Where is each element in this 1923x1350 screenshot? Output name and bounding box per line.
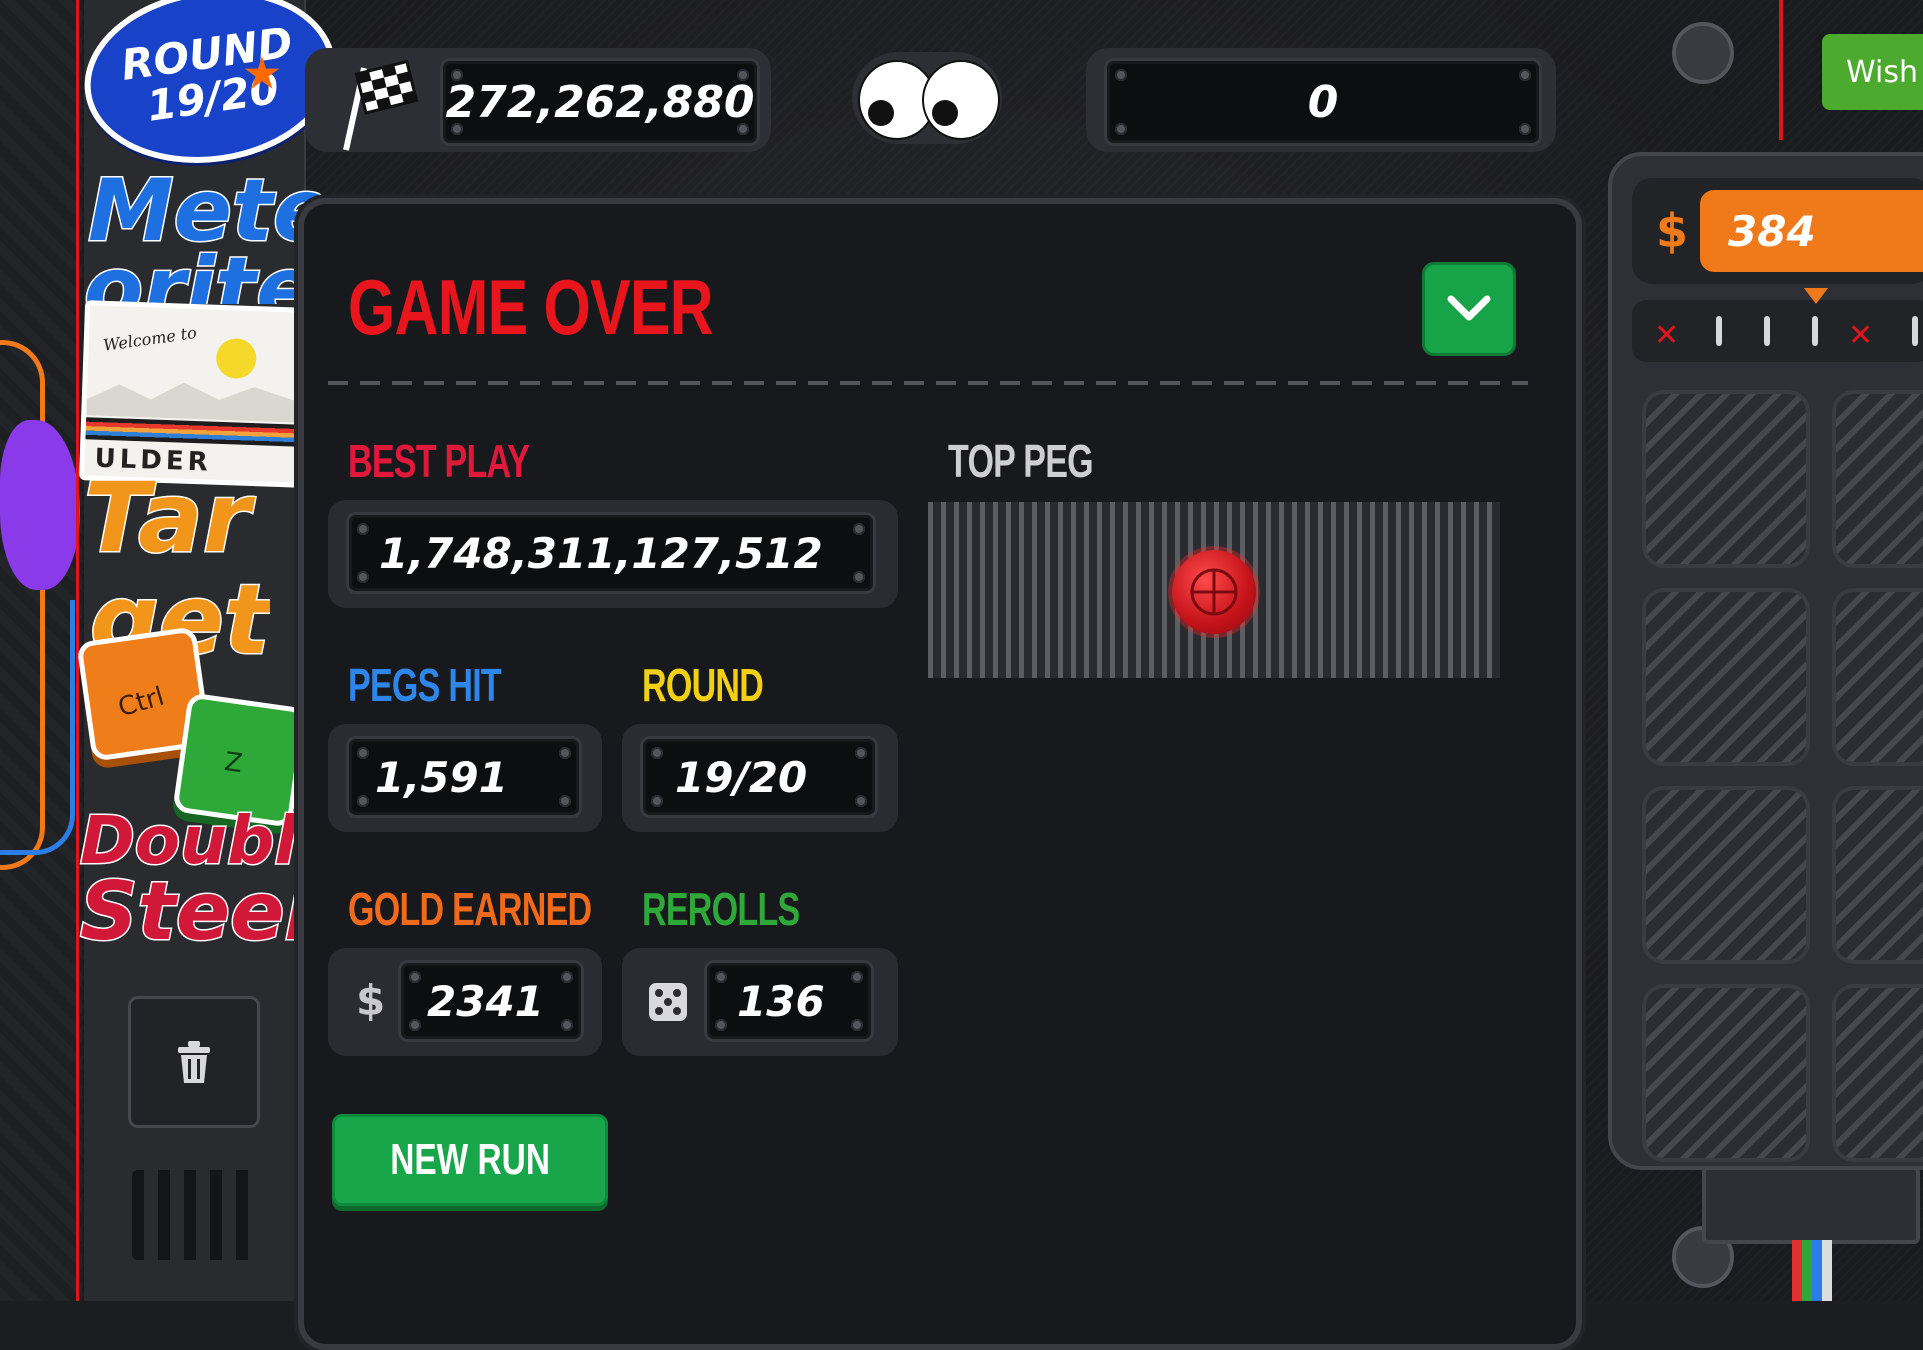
peg-icon[interactable] bbox=[1172, 550, 1256, 634]
new-run-label: NEW RUN bbox=[390, 1135, 550, 1184]
shop-slot[interactable] bbox=[1642, 786, 1810, 964]
shop-slot[interactable] bbox=[1832, 984, 1923, 1162]
postcard-welcome-text: Welcome to bbox=[102, 322, 198, 355]
sticker-boulder-postcard[interactable]: Welcome to ULDER bbox=[78, 300, 310, 488]
pegs-hit-label: PEGS HIT bbox=[348, 659, 502, 711]
dice-icon bbox=[649, 983, 687, 1021]
shop-slot[interactable] bbox=[1832, 588, 1923, 766]
counter-display: 0 bbox=[1104, 58, 1542, 146]
stripes-graphic bbox=[85, 417, 300, 447]
checkered-flag-icon bbox=[343, 59, 419, 151]
sticker-target-top[interactable]: Tar bbox=[82, 469, 251, 568]
shop-slot[interactable] bbox=[1832, 390, 1923, 568]
pegs-hit-display: 1,591 bbox=[346, 736, 582, 818]
ctrl-key-label: Ctrl bbox=[114, 681, 168, 724]
round-label: ROUND bbox=[642, 659, 764, 711]
gold-earned-display: 2341 bbox=[398, 960, 584, 1042]
round-value: 19/20 bbox=[675, 752, 808, 802]
rerolls-display: 136 bbox=[704, 960, 874, 1042]
connector-block bbox=[1702, 1166, 1920, 1244]
divider bbox=[328, 381, 1528, 385]
money-display: 384 bbox=[1700, 190, 1923, 272]
counter-value: 0 bbox=[1307, 76, 1339, 128]
shop-slot[interactable] bbox=[1642, 984, 1810, 1162]
miss-x-icon: ✕ bbox=[1848, 318, 1874, 353]
shop-slot[interactable] bbox=[1642, 390, 1810, 568]
gold-currency-symbol: $ bbox=[356, 976, 386, 1025]
right-red-rail bbox=[1779, 0, 1783, 140]
z-key-label: Z bbox=[222, 747, 245, 780]
money-value: 384 bbox=[1728, 206, 1816, 256]
position-marker-icon bbox=[1804, 288, 1828, 304]
tick-mark bbox=[1812, 316, 1818, 346]
blue-wire bbox=[0, 600, 75, 855]
round-display: 19/20 bbox=[640, 736, 878, 818]
chevron-down-icon bbox=[1447, 295, 1491, 321]
tick-mark bbox=[1912, 316, 1918, 346]
sticker-double-steel-bottom[interactable]: Steel bbox=[79, 870, 314, 953]
tick-mark bbox=[1764, 316, 1770, 346]
sticker-meteorite-top[interactable]: Mete bbox=[86, 167, 332, 256]
trash-icon bbox=[178, 1041, 210, 1083]
total-score-value: 272,262,880 bbox=[445, 76, 755, 128]
tick-mark bbox=[1716, 316, 1722, 346]
gold-earned-value: 2341 bbox=[427, 976, 544, 1026]
money-currency-symbol: $ bbox=[1656, 204, 1689, 258]
wishlist-button[interactable]: Wish bbox=[1822, 34, 1923, 110]
best-play-value: 1,748,311,127,512 bbox=[379, 528, 823, 578]
best-play-label: BEST PLAY bbox=[348, 435, 530, 487]
total-score-display: 272,262,880 bbox=[440, 58, 760, 146]
new-run-button[interactable]: NEW RUN bbox=[332, 1114, 608, 1206]
miss-x-icon: ✕ bbox=[1654, 318, 1680, 353]
pegs-hit-value: 1,591 bbox=[375, 752, 508, 802]
shop-slot[interactable] bbox=[1642, 588, 1810, 766]
rerolls-value: 136 bbox=[737, 976, 825, 1026]
game-over-title: GAME OVER bbox=[348, 263, 714, 351]
peg-symbol bbox=[1190, 568, 1238, 616]
mountains-graphic bbox=[86, 375, 301, 422]
top-peg-label: TOP PEG bbox=[948, 435, 1094, 487]
sun-graphic bbox=[215, 337, 257, 380]
rerolls-label: REROLLS bbox=[642, 883, 800, 935]
vent-grille bbox=[132, 1170, 260, 1260]
gold-earned-label: GOLD EARNED bbox=[348, 883, 592, 935]
trash-button[interactable] bbox=[128, 996, 260, 1128]
knob-icon bbox=[1672, 22, 1734, 84]
cable-wires bbox=[1792, 1240, 1832, 1301]
shop-slot[interactable] bbox=[1832, 786, 1923, 964]
progress-ticks: ✕ ✕ bbox=[1632, 300, 1923, 362]
googly-eyes-icon bbox=[852, 52, 1002, 144]
sticker-meteorite-bottom[interactable]: orite bbox=[84, 246, 314, 304]
collapse-button[interactable] bbox=[1422, 262, 1516, 356]
best-play-display: 1,748,311,127,512 bbox=[346, 512, 876, 594]
